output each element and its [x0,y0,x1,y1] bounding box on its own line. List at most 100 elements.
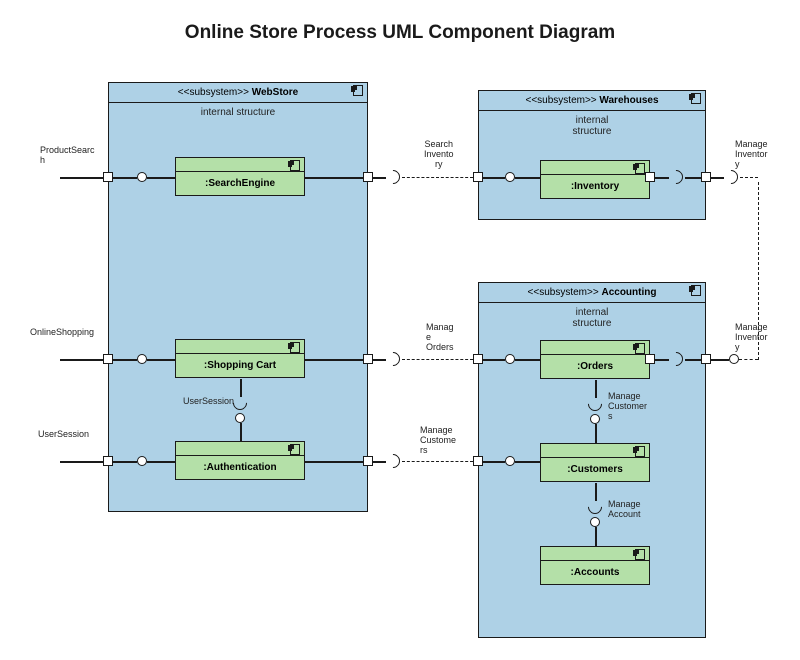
stereotype: <<subsystem>> [178,87,249,98]
internal-structure-label: internal structure [479,303,705,331]
port [103,456,113,466]
connector [711,177,724,179]
provided-interface-icon [729,354,739,364]
connector [240,379,242,397]
connector [655,177,669,179]
component-icon [633,343,645,352]
port [473,172,483,182]
label-manage-inventory-top: Manage Inventor y [735,140,768,170]
required-interface-icon [383,451,403,471]
port [701,354,711,364]
connector [60,177,103,179]
subsystem-header: <<subsystem>> Accounting [479,283,705,303]
connector [147,359,175,361]
provided-interface-icon [235,413,245,423]
component-icon [633,446,645,455]
port [103,172,113,182]
component-label: :Customers [541,458,649,481]
label-online-shopping: OnlineShopping [30,328,94,338]
component-label: :Inventory [541,175,649,198]
connector [483,461,505,463]
connector [113,359,137,361]
connector [147,177,175,179]
label-user-session-ext: UserSession [38,430,89,440]
internal-structure-label: internal structure [109,103,367,120]
subsystem-header: <<subsystem>> Warehouses [479,91,705,111]
component-accounts: :Accounts [540,546,650,585]
connector [595,380,597,398]
component-inventory: :Inventory [540,160,650,199]
port [363,354,373,364]
label-manage-account: Manage Account [608,500,641,520]
component-icon [351,85,363,94]
port [103,354,113,364]
stereotype: <<subsystem>> [528,287,599,298]
port [363,172,373,182]
component-icon [633,549,645,558]
component-label: :SearchEngine [176,172,304,195]
dependency-connector [739,359,758,360]
provided-interface-icon [505,354,515,364]
connector [515,177,540,179]
connector [483,359,505,361]
connector [240,423,242,441]
label-manage-customers-ext: Manage Custome rs [420,426,456,456]
component-icon [288,160,300,169]
label-search-inventory: Search Invento ry [424,140,454,170]
subsystem-name: Accounting [601,287,656,298]
component-customers: :Customers [540,443,650,482]
component-icon [689,285,701,294]
connector [655,359,669,361]
component-label: :Authentication [176,456,304,479]
provided-interface-icon [505,456,515,466]
required-interface-icon [721,167,741,187]
connector [595,483,597,501]
diagram-title: Online Store Process UML Component Diagr… [0,22,800,44]
dependency-connector [402,359,473,360]
connector [515,359,540,361]
component-shopping-cart: :Shopping Cart [175,339,305,378]
port [363,456,373,466]
component-icon [288,342,300,351]
connector [60,359,103,361]
component-icon [288,444,300,453]
port [473,354,483,364]
dependency-connector [402,177,473,178]
provided-interface-icon [590,414,600,424]
provided-interface-icon [137,456,147,466]
port [645,354,655,364]
label-manage-inventory-right: Manage Inventor y [735,323,768,353]
subsystem-name: Warehouses [599,95,658,106]
internal-structure-label: internal structure [479,111,705,139]
connector [711,359,729,361]
port [473,456,483,466]
connector [60,461,103,463]
connector [305,461,363,463]
provided-interface-icon [505,172,515,182]
label-manage-customers-int: Manage Customer s [608,392,647,422]
component-label: :Shopping Cart [176,354,304,377]
connector [373,461,386,463]
label-product-search: ProductSearc h [40,146,95,166]
stereotype: <<subsystem>> [525,95,596,106]
connector [685,359,701,361]
component-authentication: :Authentication [175,441,305,480]
required-interface-icon [383,167,403,187]
provided-interface-icon [137,354,147,364]
component-icon [633,163,645,172]
connector [373,359,386,361]
subsystem-name: WebStore [252,87,299,98]
component-label: :Orders [541,355,649,378]
connector [483,177,505,179]
provided-interface-icon [590,517,600,527]
component-search-engine: :SearchEngine [175,157,305,196]
provided-interface-icon [137,172,147,182]
port [645,172,655,182]
connector [373,177,386,179]
connector [305,359,363,361]
dependency-connector [402,461,473,462]
connector [305,177,363,179]
connector [515,461,540,463]
subsystem-warehouses: <<subsystem>> Warehouses internal struct… [478,90,706,220]
component-icon [689,93,701,102]
